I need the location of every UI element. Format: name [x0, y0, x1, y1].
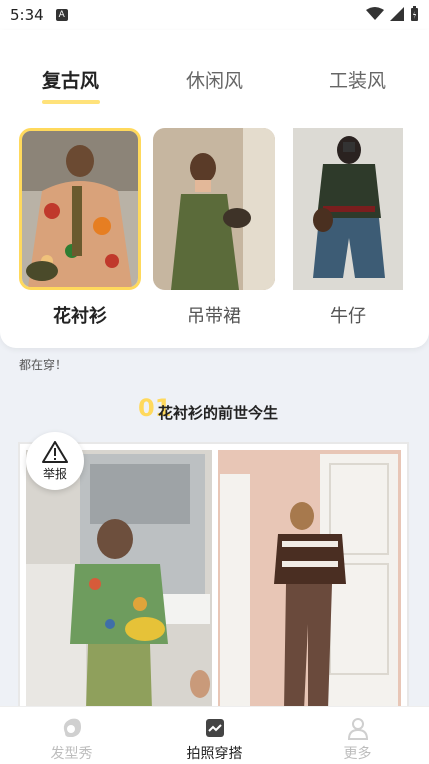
active-tab-indicator — [42, 100, 100, 104]
style-card-floral-shirt[interactable] — [19, 128, 141, 290]
wifi-icon — [366, 7, 384, 20]
bottom-nav: 发型秀 拍照穿搭 更多 — [0, 706, 429, 764]
status-time: 5:34 — [10, 6, 44, 24]
intro-text: 都在穿！ — [19, 358, 68, 372]
denim-photo — [293, 128, 403, 290]
photo-outfit-icon — [205, 719, 224, 737]
warning-icon — [42, 440, 68, 463]
style-label-denim: 牛仔 — [330, 306, 366, 327]
nav-item-photo-outfit[interactable]: 拍照穿搭 — [143, 707, 286, 764]
style-selector-card: 复古风 休闲风 工装风 花衬衫 吊带裙 牛仔 — [0, 30, 429, 348]
status-bar: 5:34 A — [0, 0, 429, 30]
nav-item-more[interactable]: 更多 — [286, 707, 429, 764]
hairstyle-icon — [63, 718, 81, 737]
tab-retro[interactable]: 复古风 — [42, 66, 99, 93]
nav-label-more: 更多 — [343, 746, 372, 762]
nav-item-hairstyle[interactable]: 发型秀 — [0, 707, 143, 764]
tab-casual[interactable]: 休闲风 — [186, 66, 243, 93]
nav-label-photo-outfit: 拍照穿搭 — [186, 746, 243, 762]
nav-label-hairstyle: 发型秀 — [50, 746, 93, 762]
style-card-slip-dress[interactable] — [153, 128, 275, 290]
section-title: 花衬衫的前世今生 — [158, 404, 279, 422]
floral-shirt-photo — [22, 131, 138, 287]
battery-icon — [411, 6, 418, 21]
status-icons — [366, 6, 419, 22]
outfit-photo-card[interactable] — [18, 442, 409, 712]
style-label-slip-dress: 吊带裙 — [187, 306, 241, 327]
slip-dress-photo — [153, 128, 275, 290]
signal-icon — [390, 7, 404, 21]
tab-workwear[interactable]: 工装风 — [329, 66, 386, 93]
notification-a-icon: A — [55, 9, 68, 21]
report-button[interactable]: 举报 — [26, 432, 84, 490]
more-user-icon — [347, 718, 368, 740]
report-label: 举报 — [42, 466, 67, 481]
style-options: 花衬衫 吊带裙 牛仔 — [0, 128, 429, 328]
style-card-denim[interactable] — [293, 128, 403, 290]
outfit-photos — [26, 450, 401, 710]
style-label-floral-shirt: 花衬衫 — [53, 306, 107, 327]
